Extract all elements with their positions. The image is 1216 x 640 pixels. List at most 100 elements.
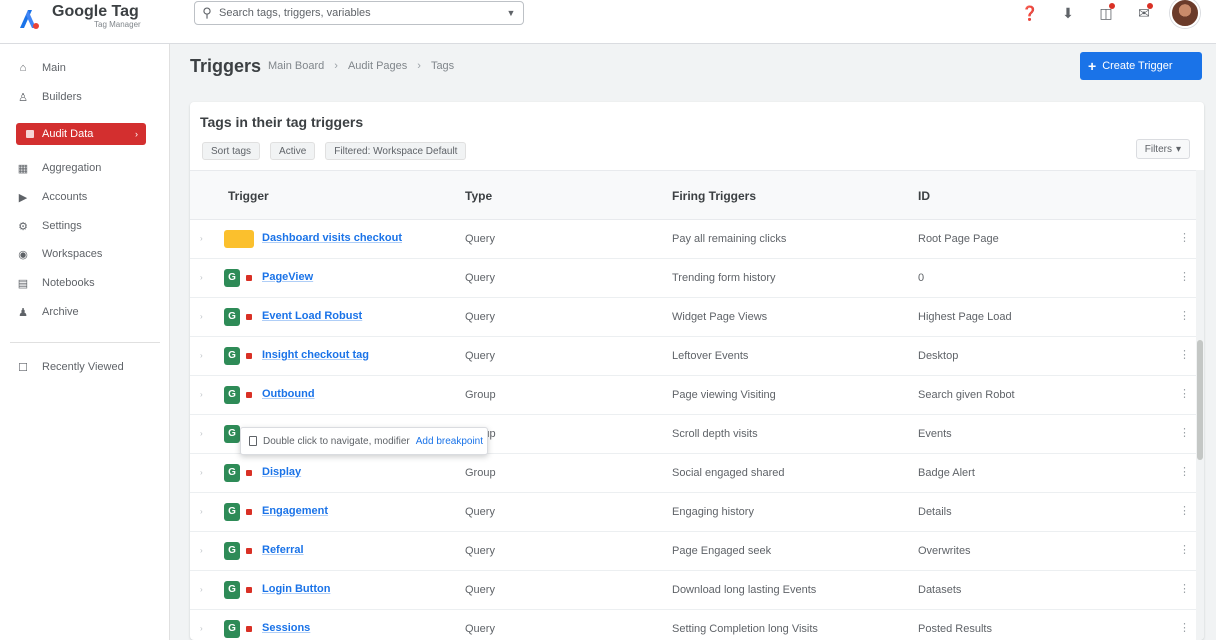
trigger-name-link[interactable]: Login Button xyxy=(262,583,452,596)
row-menu-icon[interactable]: ⋮ xyxy=(1179,387,1190,400)
column-header-id[interactable]: ID xyxy=(918,189,930,203)
download-icon[interactable]: ⬇ xyxy=(1056,1,1080,25)
row-handle-icon[interactable]: › xyxy=(200,429,208,438)
trigger-name-link[interactable]: Dashboard visits checkout xyxy=(262,232,452,245)
table-row[interactable]: › G Engagement Query Engaging history Details… xyxy=(190,493,1204,532)
sidebar-item-notebooks[interactable]: ▤ Notebooks xyxy=(16,272,164,294)
row-menu-icon[interactable]: ⋮ xyxy=(1179,621,1190,634)
card-title: Tags in their tag triggers xyxy=(200,114,364,130)
app-logo[interactable]: Google Tag Tag Manager xyxy=(12,2,172,40)
row-menu-icon[interactable]: ⋮ xyxy=(1179,348,1190,361)
table-row[interactable]: › G Referral Query Page Engaged seek Overwrit… xyxy=(190,532,1204,571)
sidebar-item-builders[interactable]: ♙ Builders xyxy=(16,86,164,108)
row-handle-icon[interactable]: › xyxy=(200,468,208,477)
breadcrumb-item[interactable]: Main Board xyxy=(268,60,324,72)
filters-dropdown[interactable]: Filters ▾ xyxy=(1135,139,1190,159)
sidebar-item-accounts[interactable]: ▶ Accounts xyxy=(16,186,164,208)
calendar-icon: ▤ xyxy=(17,277,29,290)
trigger-name-link[interactable]: Insight checkout tag xyxy=(262,349,452,362)
firing-trigger: Trending form history xyxy=(672,272,776,284)
row-handle-icon[interactable]: › xyxy=(200,351,208,360)
row-handle-icon[interactable]: › xyxy=(200,546,208,555)
table-row[interactable]: › G Display Group Social engaged shared Badge… xyxy=(190,454,1204,493)
trigger-id: Details xyxy=(918,506,952,518)
app-subtitle: Tag Manager xyxy=(94,20,141,29)
table-row[interactable]: › G PageView Query Trending form history 0 ⋮ xyxy=(190,259,1204,298)
trigger-name-link[interactable]: Referral xyxy=(262,544,452,557)
table-row[interactable]: › G Login Button Query Download long lasting… xyxy=(190,571,1204,610)
row-menu-icon[interactable]: ⋮ xyxy=(1179,543,1190,556)
sidebar-item-label: Builders xyxy=(42,91,82,103)
sidebar-item-archive[interactable]: ♟ Archive xyxy=(16,301,164,323)
column-header-trigger[interactable]: Trigger xyxy=(228,189,269,203)
table-row[interactable]: › G Outbound Group Page viewing Visiting Sear… xyxy=(190,376,1204,415)
row-handle-icon[interactable]: › xyxy=(200,585,208,594)
row-handle-icon[interactable]: › xyxy=(200,312,208,321)
filter-chip[interactable]: Sort tags xyxy=(202,142,261,160)
gear-icon: ⚙ xyxy=(18,220,28,233)
status-indicator-icon xyxy=(246,587,252,593)
firing-trigger: Pay all remaining clicks xyxy=(672,233,787,245)
column-header-firing[interactable]: Firing Triggers xyxy=(672,189,756,203)
avatar[interactable] xyxy=(1170,0,1200,28)
search-bar[interactable]: ⚲ ▼ xyxy=(194,1,524,25)
table-row[interactable]: › G Insight checkout tag Query Leftover Even… xyxy=(190,337,1204,376)
help-icon[interactable]: ❓ xyxy=(1018,1,1042,25)
row-menu-icon[interactable]: ⋮ xyxy=(1179,465,1190,478)
trigger-id: Desktop xyxy=(918,350,959,362)
status-indicator-icon xyxy=(246,509,252,515)
trigger-name-link[interactable]: PageView xyxy=(262,271,452,284)
row-handle-icon[interactable]: › xyxy=(200,507,208,516)
trigger-name-link[interactable]: Sessions xyxy=(262,622,452,635)
notifications-icon[interactable]: ◫ xyxy=(1094,1,1118,25)
scrollbar-thumb[interactable] xyxy=(1197,340,1203,460)
sidebar-item-settings[interactable]: ⚙ Settings xyxy=(16,215,164,237)
row-menu-icon[interactable]: ⋮ xyxy=(1179,582,1190,595)
sidebar-item-audit-data[interactable]: Audit Data › xyxy=(16,123,146,145)
sidebar-item-label: Notebooks xyxy=(42,277,95,289)
filters-label: Filters xyxy=(1144,143,1172,155)
breadcrumb-item[interactable]: Audit Pages xyxy=(348,60,407,72)
document-icon xyxy=(249,436,257,446)
breadcrumb-item[interactable]: Tags xyxy=(431,60,454,72)
search-input[interactable] xyxy=(219,7,499,19)
sidebar-item-recently-viewed[interactable]: ☐ Recently Viewed xyxy=(16,356,164,378)
row-handle-icon[interactable]: › xyxy=(200,624,208,633)
tag-type-icon: G xyxy=(224,308,240,326)
create-trigger-button[interactable]: + Create Trigger xyxy=(1080,52,1202,80)
sidebar-item-main[interactable]: ⌂ Main xyxy=(16,57,164,79)
trigger-type: Query xyxy=(465,350,495,362)
row-menu-icon[interactable]: ⋮ xyxy=(1179,504,1190,517)
scrollbar[interactable] xyxy=(1196,170,1204,640)
table-row[interactable]: › G Sessions Query Setting Completion long V… xyxy=(190,610,1204,640)
row-menu-icon[interactable]: ⋮ xyxy=(1179,231,1190,244)
row-handle-icon[interactable]: › xyxy=(200,234,208,243)
row-handle-icon[interactable]: › xyxy=(200,390,208,399)
tooltip-link[interactable]: Add breakpoint xyxy=(416,436,483,447)
tag-type-icon: G xyxy=(224,581,240,599)
trigger-name-link[interactable]: Event Load Robust xyxy=(262,310,452,323)
chevron-right-icon: › xyxy=(135,129,138,139)
column-header-type[interactable]: Type xyxy=(465,189,492,203)
trigger-name-link[interactable]: Display xyxy=(262,466,452,479)
sidebar-item-aggregation[interactable]: ▦ Aggregation xyxy=(16,157,164,179)
trigger-name-link[interactable]: Outbound xyxy=(262,388,452,401)
trigger-id: Overwrites xyxy=(918,545,971,557)
row-menu-icon[interactable]: ⋮ xyxy=(1179,426,1190,439)
sidebar-item-label: Accounts xyxy=(42,191,88,203)
tag-type-icon: G xyxy=(224,503,240,521)
table-row[interactable]: › G Event Load Robust Query Widget Page View… xyxy=(190,298,1204,337)
row-menu-icon[interactable]: ⋮ xyxy=(1179,309,1190,322)
row-menu-icon[interactable]: ⋮ xyxy=(1179,270,1190,283)
alerts-icon[interactable]: ✉ xyxy=(1132,1,1156,25)
row-handle-icon[interactable]: › xyxy=(200,273,208,282)
trigger-id: Highest Page Load xyxy=(918,311,1012,323)
trigger-name-link[interactable]: Engagement xyxy=(262,505,452,518)
chevron-down-icon[interactable]: ▼ xyxy=(499,8,523,18)
sidebar-item-label: Archive xyxy=(42,306,79,318)
filter-chip[interactable]: Filtered: Workspace Default xyxy=(325,142,467,160)
tag-icon xyxy=(26,130,34,138)
sidebar-item-workspaces[interactable]: ◉ Workspaces xyxy=(16,243,164,265)
filter-chip[interactable]: Active xyxy=(270,142,316,160)
table-row[interactable]: › Dashboard visits checkout Query Pay all r… xyxy=(190,220,1204,259)
